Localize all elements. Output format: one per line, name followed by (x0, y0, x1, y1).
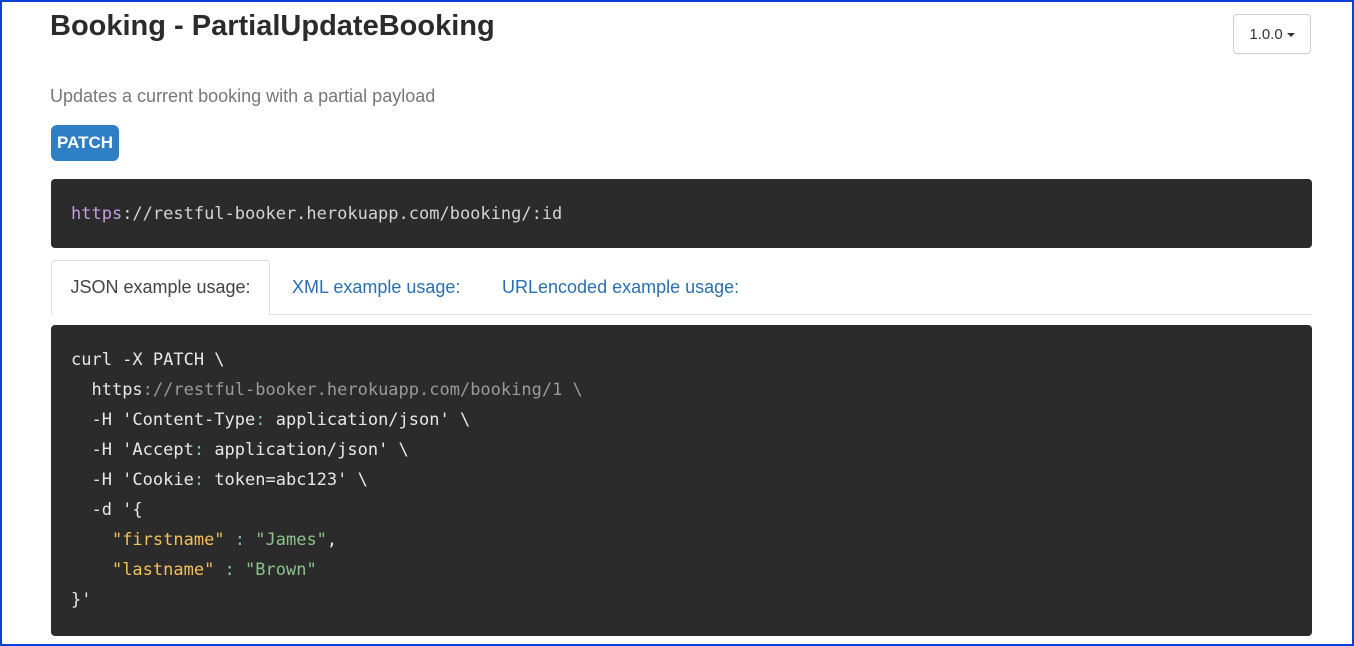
code-line: -H 'Content-Type: application/json' \ (71, 410, 471, 430)
example-tabs: JSON example usage: XML example usage: U… (51, 260, 1312, 315)
endpoint-url-box: https://restful-booker.herokuapp.com/boo… (51, 179, 1312, 248)
http-method-badge: PATCH (51, 125, 120, 161)
code-line: -d '{ (71, 500, 143, 520)
version-label: 1.0.0 (1249, 25, 1283, 43)
tab-urlencoded-example[interactable]: URLencoded example usage: (502, 260, 739, 315)
tab-json-label: JSON example usage: (70, 277, 251, 297)
tab-xml-example[interactable]: XML example usage: (292, 260, 460, 315)
code-line: "lastname" : "Brown" (111, 560, 317, 580)
code-line: "firstname" : "James", (111, 530, 338, 550)
code-line: }' (71, 590, 92, 610)
url-path: ://restful-booker.herokuapp.com/booking/… (122, 203, 563, 224)
page-title: Booking - PartialUpdateBooking (50, 10, 495, 42)
tab-json-example[interactable]: JSON example usage: (51, 260, 270, 315)
url-protocol: https (71, 203, 123, 224)
code-line: -H 'Cookie: token=abc123' \ (71, 470, 368, 490)
code-example-block: curl -X PATCH \ https://restful-booker.h… (51, 325, 1312, 636)
caret-down-icon (1286, 33, 1295, 37)
version-dropdown-button[interactable]: 1.0.0 (1233, 14, 1311, 54)
endpoint-description: Updates a current booking with a partial… (50, 86, 436, 106)
code-line: -H 'Accept: application/json' \ (71, 440, 409, 460)
tab-urlencoded-label: URLencoded example usage: (502, 277, 740, 297)
code-line: curl -X PATCH \ (71, 350, 225, 370)
tab-xml-label: XML example usage: (292, 277, 461, 297)
code-line: https://restful-booker.herokuapp.com/boo… (91, 380, 583, 400)
